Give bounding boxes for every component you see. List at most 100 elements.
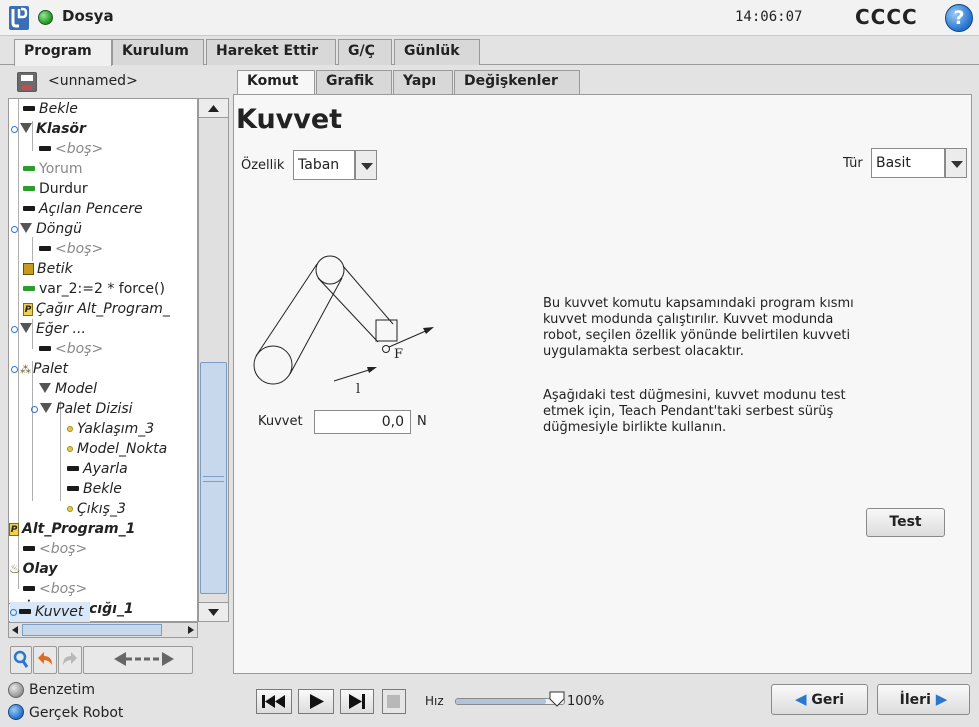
tree-item[interactable]: P Çağır Alt_Program_ — [23, 299, 170, 319]
undo-button[interactable] — [33, 646, 57, 674]
tab-program[interactable]: Program — [14, 39, 112, 66]
tree-item[interactable]: Ayarla — [67, 459, 128, 479]
tab-io[interactable]: G/Ç — [338, 39, 392, 65]
stop-icon — [23, 185, 35, 191]
diagram-label-f: F — [394, 347, 403, 362]
pattern-icon — [40, 403, 52, 413]
type-dropdown-arrow-icon[interactable] — [945, 148, 967, 178]
tree-item[interactable]: <boş> — [39, 139, 103, 159]
back-button[interactable]: ◀ Geri — [771, 684, 868, 715]
command-icon — [23, 545, 35, 551]
folder-icon — [20, 123, 32, 133]
stop-icon — [387, 695, 400, 708]
speed-value: 100% — [567, 694, 605, 709]
arrows-icon — [114, 652, 174, 666]
tree-item[interactable]: Palet Dizisi — [31, 399, 133, 419]
tree-item[interactable]: Yaklaşım_3 — [67, 419, 154, 439]
pallet-icon: ⁂ — [20, 363, 31, 376]
expand-icon[interactable] — [11, 325, 18, 333]
tree-item[interactable]: Eğer ... — [11, 319, 86, 339]
move-node-button[interactable] — [83, 646, 193, 674]
help-button[interactable]: ? — [945, 4, 973, 32]
tree-item[interactable]: Klasör — [11, 119, 86, 139]
tab-variables[interactable]: Değişkenler — [454, 70, 580, 94]
waypoint-icon — [67, 446, 73, 452]
force-icon — [19, 608, 31, 614]
tree-item[interactable]: Döngü — [11, 219, 82, 239]
force-unit: N — [417, 414, 427, 429]
tab-graphics[interactable]: Grafik — [316, 70, 392, 94]
command-icon — [39, 245, 51, 251]
expand-icon[interactable] — [11, 225, 18, 233]
expand-icon[interactable] — [31, 405, 38, 413]
expand-icon[interactable] — [11, 125, 18, 133]
tree-item[interactable]: Yorum — [23, 159, 83, 179]
tree-item[interactable]: Bekle — [23, 99, 78, 119]
scroll-up-button[interactable] — [198, 98, 229, 118]
step-button[interactable] — [340, 689, 374, 714]
tab-structure[interactable]: Yapı — [393, 70, 453, 94]
chevron-left-icon[interactable] — [10, 625, 20, 635]
tree-item[interactable]: Betik — [23, 259, 73, 279]
tree-item[interactable]: ⁂ Palet — [11, 359, 68, 379]
real-robot-radio[interactable] — [8, 704, 24, 720]
speed-label: Hız — [425, 694, 444, 708]
loop-icon — [20, 223, 32, 233]
tree-item[interactable]: Model — [39, 379, 97, 399]
tab-command[interactable]: Komut — [237, 70, 315, 95]
tree-item[interactable]: Model_Nokta — [67, 439, 167, 459]
search-button[interactable] — [10, 646, 32, 674]
type-select[interactable]: Basit — [871, 148, 945, 178]
arrow-left-icon: ◀ — [794, 690, 807, 708]
test-button[interactable]: Test — [866, 508, 945, 537]
step-icon — [349, 694, 365, 709]
if-icon — [20, 323, 32, 333]
tree-item[interactable]: <boş> — [39, 239, 103, 259]
file-menu[interactable]: Dosya — [62, 7, 114, 25]
redo-button[interactable] — [58, 646, 82, 674]
tree-item[interactable]: <boş> — [39, 339, 103, 359]
tree-item[interactable]: Çıkış_3 — [67, 499, 126, 519]
tab-log[interactable]: Günlük — [394, 39, 480, 65]
waypoint-icon — [67, 506, 73, 512]
command-icon — [23, 585, 35, 591]
tree-item[interactable]: Durdur — [23, 179, 88, 199]
tree-item[interactable]: ♨ Olay — [9, 559, 58, 579]
chevron-right-icon[interactable] — [186, 625, 196, 635]
chevron-up-icon — [208, 105, 219, 112]
tab-installation[interactable]: Kurulum — [112, 39, 204, 65]
expand-icon[interactable] — [11, 365, 18, 373]
force-input[interactable]: 0,0 — [314, 410, 411, 434]
force-label: Kuvvet — [258, 414, 303, 429]
diagram-label-l: l — [356, 382, 360, 397]
waypoint-icon — [67, 426, 73, 432]
call-icon: P — [23, 302, 33, 316]
expand-icon[interactable] — [10, 608, 17, 616]
rewind-button[interactable] — [256, 689, 292, 714]
tree-item[interactable]: var_2:=2 * force() — [23, 279, 165, 299]
redo-icon — [63, 652, 77, 665]
tree-item[interactable]: Bekle — [67, 479, 122, 499]
speed-slider-fill — [456, 699, 546, 704]
speed-slider-handle[interactable] — [548, 690, 566, 708]
program-tree[interactable]: Bekle Klasör <boş> Yorum Durdur Açılan P… — [8, 98, 198, 622]
feature-dropdown-arrow-icon[interactable] — [355, 150, 377, 180]
feature-select[interactable]: Taban — [293, 150, 355, 180]
tree-item[interactable]: Açılan Pencere — [23, 199, 143, 219]
pattern-icon — [39, 383, 51, 393]
simulation-radio[interactable] — [8, 682, 24, 698]
tree-item[interactable]: <boş> — [23, 539, 87, 559]
command-icon — [39, 145, 51, 151]
tab-move[interactable]: Hareket Ettir — [206, 39, 336, 65]
scroll-down-button[interactable] — [198, 602, 229, 622]
tree-item[interactable]: P Alt_Program_1 — [9, 519, 135, 539]
stop-button[interactable] — [382, 689, 406, 714]
hscrollbar-thumb[interactable] — [22, 624, 162, 636]
top-bar: Dosya 14:06:07 CCCC ? — [0, 0, 979, 36]
scrollbar-grip — [203, 476, 224, 482]
next-button[interactable]: İleri ▶ — [877, 684, 970, 715]
tree-item-selected[interactable]: Kuvvet — [10, 602, 90, 622]
save-icon[interactable] — [17, 72, 37, 92]
tree-item[interactable]: <boş> — [23, 579, 87, 599]
play-button[interactable] — [298, 689, 334, 714]
